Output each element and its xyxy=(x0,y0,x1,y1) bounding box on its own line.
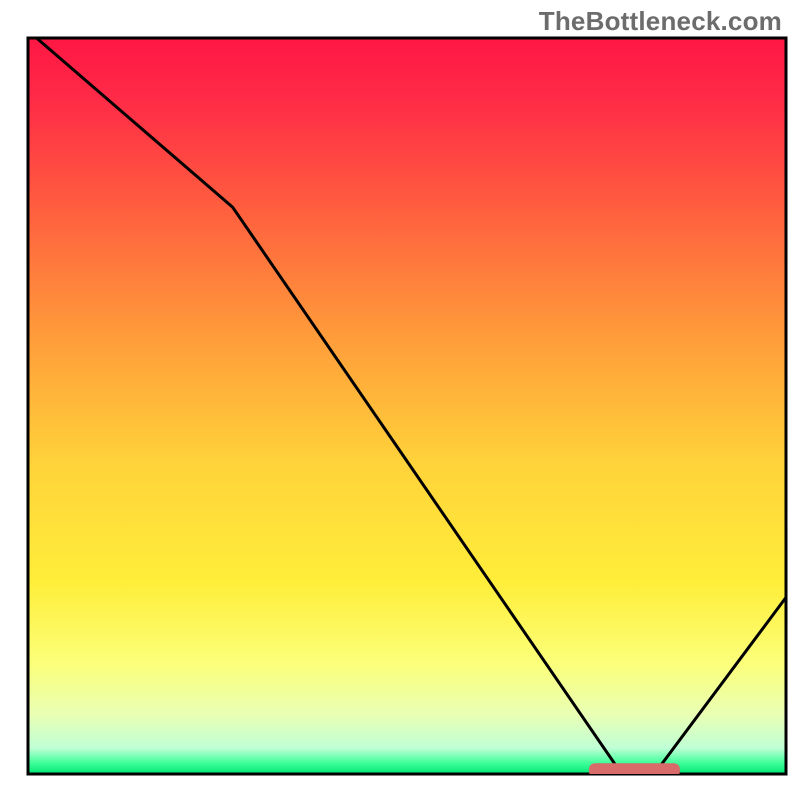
chart-frame: TheBottleneck.com xyxy=(0,0,800,800)
bottleneck-chart xyxy=(0,0,800,800)
plot-area xyxy=(28,38,786,774)
